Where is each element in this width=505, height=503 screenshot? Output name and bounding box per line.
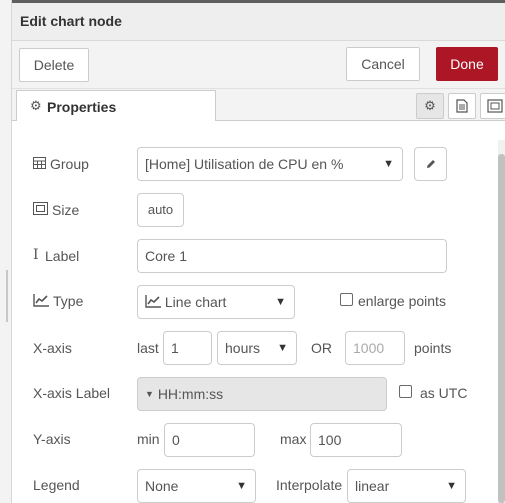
edit-group-button[interactable] xyxy=(414,147,447,181)
dialog-toolbar: Delete Cancel Done xyxy=(12,41,505,89)
size-label: Size xyxy=(52,202,80,218)
done-button[interactable]: Done xyxy=(436,47,498,81)
group-label: Group xyxy=(50,156,89,172)
dialog-title: Edit chart node xyxy=(20,13,122,29)
xaxis-label: X-axis xyxy=(33,340,72,356)
interpolate-label: Interpolate xyxy=(276,477,343,493)
chevron-down-icon: ▼ xyxy=(236,480,247,492)
yaxis-min-input[interactable]: 0 xyxy=(164,423,255,457)
label-input[interactable]: Core 1 xyxy=(137,239,447,273)
tab-bar: ⚙ Properties ⚙ xyxy=(12,89,505,122)
label-label: Label xyxy=(45,248,80,264)
as-utc-label: as UTC xyxy=(420,385,468,401)
cancel-button[interactable]: Cancel xyxy=(346,47,420,81)
tab-properties[interactable]: ⚙ Properties xyxy=(16,90,216,122)
xaxis-unit-value: hours xyxy=(225,340,261,356)
table-icon xyxy=(33,157,46,171)
xaxis-points-input[interactable]: 1000 xyxy=(345,331,405,365)
pencil-icon xyxy=(426,160,435,168)
delete-button[interactable]: Delete xyxy=(19,48,89,82)
left-gutter xyxy=(0,0,12,503)
xaxis-or-label: OR xyxy=(311,340,332,356)
text-cursor-icon: I xyxy=(33,247,39,263)
xaxis-last-label: last xyxy=(137,340,159,356)
group-select[interactable]: [Home] Utilisation de CPU en % ▼ xyxy=(137,147,403,181)
chart-type-select[interactable]: Line chart ▼ xyxy=(137,285,295,319)
chevron-down-icon: ▼ xyxy=(383,158,394,170)
settings-tab-button[interactable]: ⚙ xyxy=(416,93,444,119)
interpolate-select[interactable]: linear ▼ xyxy=(347,469,466,503)
frame-icon xyxy=(487,99,503,113)
interpolate-value: linear xyxy=(355,478,390,494)
as-utc-checkbox[interactable] xyxy=(399,385,412,398)
enlarge-points-label: enlarge points xyxy=(358,293,446,309)
titlebar-accent xyxy=(12,0,505,3)
gear-icon: ⚙ xyxy=(30,98,42,113)
enlarge-points-checkbox[interactable] xyxy=(340,293,353,306)
chevron-down-icon: ▼ xyxy=(446,480,457,492)
size-icon xyxy=(33,202,48,217)
xaxis-last-input[interactable]: 1 xyxy=(163,331,212,365)
appearance-tab-button[interactable] xyxy=(480,93,505,119)
group-select-value: [Home] Utilisation de CPU en % xyxy=(145,156,344,172)
line-chart-icon xyxy=(33,294,49,309)
yaxis-max-input[interactable]: 100 xyxy=(310,423,402,457)
xaxis-format-value: HH:mm:ss xyxy=(157,386,224,402)
yaxis-label: Y-axis xyxy=(33,431,71,447)
legend-select[interactable]: None ▼ xyxy=(137,469,256,503)
dialog-titlebar: Edit chart node xyxy=(12,0,505,41)
xaxis-format-label: X-axis Label xyxy=(33,385,111,401)
xaxis-points-label: points xyxy=(414,340,452,356)
yaxis-max-label: max xyxy=(280,431,307,447)
chevron-down-icon: ▼ xyxy=(277,342,288,354)
xaxis-unit-select[interactable]: hours ▼ xyxy=(217,331,297,365)
description-tab-button[interactable] xyxy=(448,93,476,119)
yaxis-min-label: min xyxy=(137,431,160,447)
gutter-handle[interactable] xyxy=(6,270,8,322)
legend-label: Legend xyxy=(33,477,80,493)
xaxis-format-select[interactable]: ▼ HH:mm:ss xyxy=(137,377,387,411)
gear-icon: ⚙ xyxy=(424,98,436,113)
line-chart-icon xyxy=(145,295,161,308)
chart-type-value: Line chart xyxy=(164,294,227,310)
scrollbar-thumb[interactable] xyxy=(498,154,505,503)
caret-down-icon: ▼ xyxy=(145,389,154,399)
document-icon xyxy=(456,99,468,113)
chevron-down-icon: ▼ xyxy=(275,296,286,308)
tab-properties-label: Properties xyxy=(47,99,117,115)
size-button[interactable]: auto xyxy=(137,193,184,227)
vertical-scrollbar[interactable] xyxy=(498,140,505,503)
type-label: Type xyxy=(53,293,84,309)
legend-value: None xyxy=(145,478,179,494)
